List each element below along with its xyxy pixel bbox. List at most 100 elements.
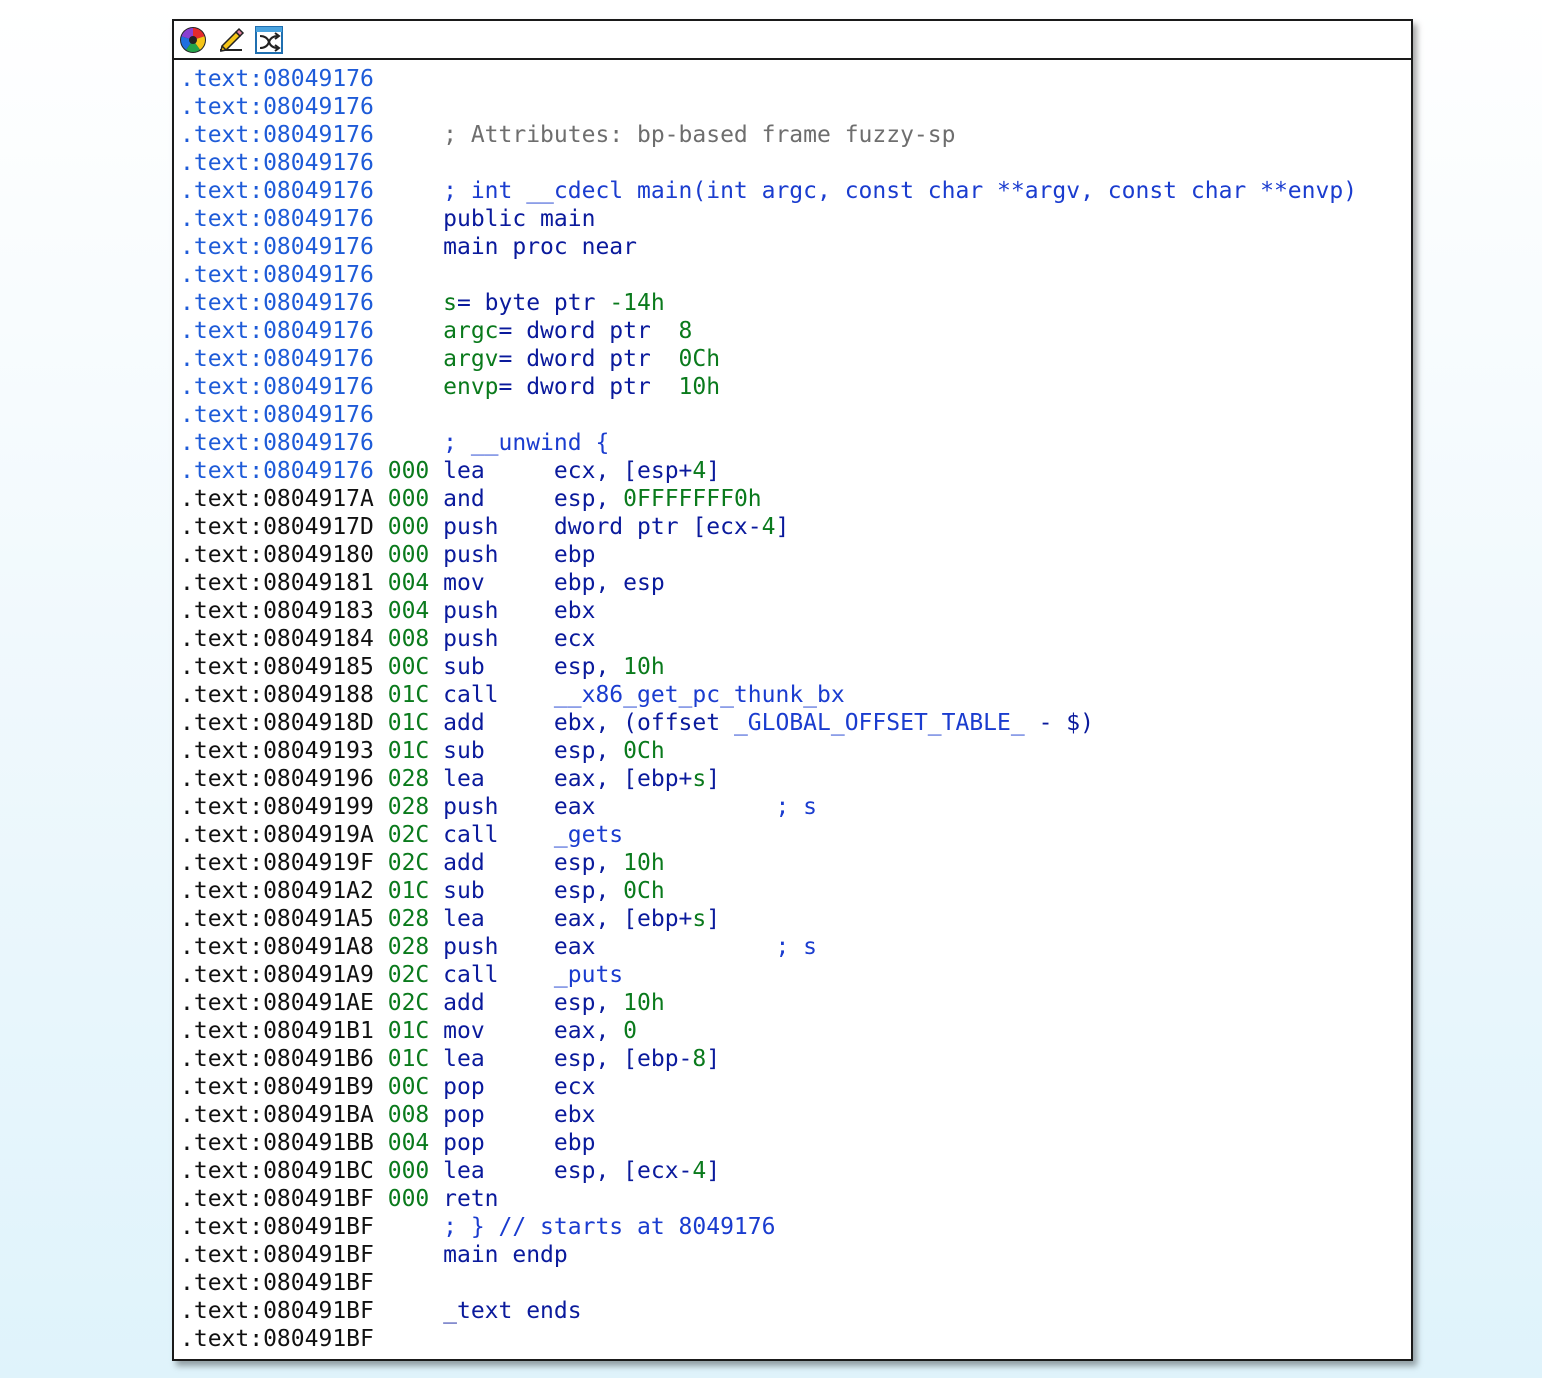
line-address[interactable]: .text:08049193 — [180, 738, 374, 764]
code-token[interactable]: sub — [443, 738, 554, 764]
shuffle-graph-icon[interactable] — [254, 25, 284, 55]
code-token[interactable]: lea — [443, 1046, 554, 1072]
line-address[interactable]: .text:08049176 — [180, 290, 374, 316]
line-address[interactable]: .text:08049180 — [180, 542, 374, 568]
code-line[interactable]: .text:080491BF ; } // starts at 8049176 — [180, 1213, 1411, 1241]
code-token[interactable]: esp, [ecx- — [554, 1158, 692, 1184]
code-token[interactable]: push — [443, 514, 554, 540]
code-token[interactable]: ecx — [554, 1074, 596, 1100]
code-line[interactable]: .text:08049176 main proc near — [180, 233, 1411, 261]
code-line[interactable]: .text:080491BF 000 retn — [180, 1185, 1411, 1213]
code-line[interactable]: .text:08049183 004 push ebx — [180, 597, 1411, 625]
line-address[interactable]: .text:080491A5 — [180, 906, 374, 932]
code-line[interactable]: .text:08049176 — [180, 401, 1411, 429]
line-address[interactable]: .text:08049176 — [180, 206, 374, 232]
disassembly-listing[interactable]: .text:08049176 .text:08049176 .text:0804… — [180, 65, 1411, 1353]
code-line[interactable]: .text:0804919A 02C call _gets — [180, 821, 1411, 849]
code-token[interactable]: = byte ptr — [457, 290, 609, 316]
code-token[interactable]: call — [443, 962, 554, 988]
code-token[interactable]: _puts — [554, 962, 623, 988]
code-token[interactable]: s — [692, 906, 706, 932]
code-token[interactable]: lea — [443, 1158, 554, 1184]
line-address[interactable]: .text:080491AE — [180, 990, 374, 1016]
code-token[interactable]: eax, [ebp+ — [554, 906, 692, 932]
code-line[interactable]: .text:08049176 ; __unwind { — [180, 429, 1411, 457]
code-token[interactable]: eax, [ebp+ — [554, 766, 692, 792]
line-address[interactable]: .text:08049176 — [180, 94, 374, 120]
code-token[interactable]: 8 — [679, 318, 693, 344]
code-token[interactable]: _gets — [554, 822, 623, 848]
code-line[interactable]: .text:080491B1 01C mov eax, 0 — [180, 1017, 1411, 1045]
code-token[interactable]: esp, — [554, 654, 623, 680]
code-token[interactable]: mov — [443, 570, 554, 596]
code-line[interactable]: .text:080491BC 000 lea esp, [ecx-4] — [180, 1157, 1411, 1185]
code-token[interactable]: ebp — [554, 542, 596, 568]
code-token[interactable]: ; __unwind { — [443, 430, 609, 456]
line-address[interactable]: .text:08049176 — [180, 346, 374, 372]
line-address[interactable]: .text:080491A9 — [180, 962, 374, 988]
line-address[interactable]: .text:080491B9 — [180, 1074, 374, 1100]
line-address[interactable]: .text:08049181 — [180, 570, 374, 596]
code-token[interactable]: eax — [554, 934, 776, 960]
code-token[interactable]: ] — [706, 458, 720, 484]
code-line[interactable]: .text:08049176 — [180, 149, 1411, 177]
code-line[interactable]: .text:08049196 028 lea eax, [ebp+s] — [180, 765, 1411, 793]
code-token[interactable]: 0FFFFFFF0h — [623, 486, 761, 512]
line-address[interactable]: .text:08049183 — [180, 598, 374, 624]
code-line[interactable]: .text:080491B9 00C pop ecx — [180, 1073, 1411, 1101]
line-address[interactable]: .text:08049176 — [180, 178, 374, 204]
code-token[interactable]: 10h — [623, 654, 665, 680]
code-line[interactable]: .text:08049181 004 mov ebp, esp — [180, 569, 1411, 597]
code-token[interactable]: argc — [443, 318, 498, 344]
code-token[interactable]: ] — [706, 1046, 720, 1072]
code-line[interactable]: .text:0804918D 01C add ebx, (offset _GLO… — [180, 709, 1411, 737]
line-address[interactable]: .text:08049184 — [180, 626, 374, 652]
code-token[interactable]: 4 — [692, 458, 706, 484]
line-address[interactable]: .text:08049196 — [180, 766, 374, 792]
line-address[interactable]: .text:080491BF — [180, 1270, 374, 1296]
code-token[interactable]: 4 — [762, 514, 776, 540]
code-line[interactable]: .text:08049176 ; Attributes: bp-based fr… — [180, 121, 1411, 149]
line-address[interactable]: .text:08049199 — [180, 794, 374, 820]
code-token[interactable]: push — [443, 626, 554, 652]
code-token[interactable]: call — [443, 682, 554, 708]
line-address[interactable]: .text:08049176 — [180, 122, 374, 148]
code-token[interactable]: main endp — [443, 1242, 568, 1268]
code-token[interactable]: pop — [443, 1102, 554, 1128]
code-token[interactable]: - $) — [1025, 710, 1094, 736]
code-line[interactable]: .text:08049176 — [180, 261, 1411, 289]
line-address[interactable]: .text:080491BF — [180, 1326, 374, 1352]
code-token[interactable]: add — [443, 710, 554, 736]
code-token[interactable]: main proc near — [443, 234, 637, 260]
code-line[interactable]: .text:080491BB 004 pop ebp — [180, 1129, 1411, 1157]
code-line[interactable]: .text:08049193 01C sub esp, 0Ch — [180, 737, 1411, 765]
line-address[interactable]: .text:08049176 — [180, 150, 374, 176]
code-line[interactable]: .text:08049176 ; int __cdecl main(int ar… — [180, 177, 1411, 205]
line-address[interactable]: .text:0804917A — [180, 486, 374, 512]
line-address[interactable]: .text:0804919F — [180, 850, 374, 876]
code-token[interactable]: add — [443, 990, 554, 1016]
code-token[interactable]: 4 — [692, 1158, 706, 1184]
code-token[interactable]: ] — [706, 1158, 720, 1184]
line-address[interactable]: .text:08049176 — [180, 402, 374, 428]
code-token[interactable]: = dword ptr — [499, 346, 679, 372]
line-address[interactable]: .text:080491BA — [180, 1102, 374, 1128]
code-token[interactable]: push — [443, 794, 554, 820]
code-line[interactable]: .text:080491A2 01C sub esp, 0Ch — [180, 877, 1411, 905]
line-address[interactable]: .text:080491A8 — [180, 934, 374, 960]
code-line[interactable]: .text:080491BF — [180, 1269, 1411, 1297]
code-token[interactable]: dword ptr [ecx- — [554, 514, 762, 540]
code-line[interactable]: .text:08049176 — [180, 93, 1411, 121]
code-token[interactable]: eax, — [554, 1018, 623, 1044]
code-token[interactable]: pop — [443, 1130, 554, 1156]
code-line[interactable]: .text:08049176 envp= dword ptr 10h — [180, 373, 1411, 401]
line-address[interactable]: .text:08049176 — [180, 374, 374, 400]
line-address[interactable]: .text:0804917D — [180, 514, 374, 540]
code-token[interactable]: ; } // starts at 8049176 — [443, 1214, 775, 1240]
line-address[interactable]: .text:08049176 — [180, 318, 374, 344]
code-token[interactable]: sub — [443, 878, 554, 904]
code-token[interactable]: ; int __cdecl main(int argc, const char … — [443, 178, 1357, 204]
code-token[interactable]: ecx, [esp+ — [554, 458, 692, 484]
code-line[interactable]: .text:0804917D 000 push dword ptr [ecx-4… — [180, 513, 1411, 541]
code-token[interactable]: pop — [443, 1074, 554, 1100]
